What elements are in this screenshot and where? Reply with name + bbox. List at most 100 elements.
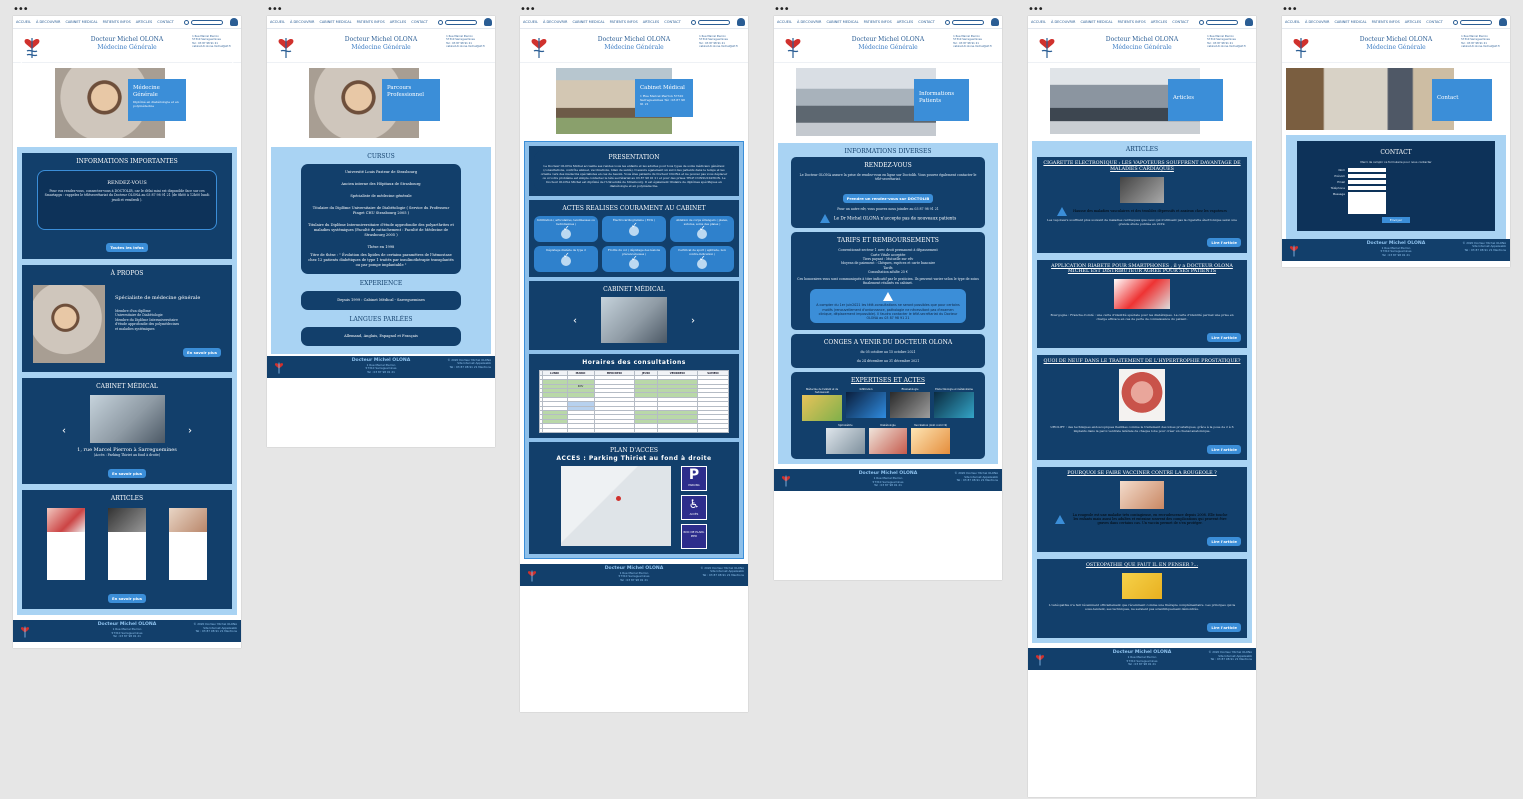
nav-item-patients[interactable]: PATIENTS INFOS: [357, 20, 385, 24]
access-map[interactable]: [561, 465, 671, 546]
search-input[interactable]: [445, 19, 477, 25]
article-image: [1120, 176, 1164, 203]
artboard-menu-icon[interactable]: •••: [1028, 5, 1044, 15]
search-bar[interactable]: [1199, 19, 1238, 25]
article-title[interactable]: CIGARETTE ELECTRONIQUE : LES VAPOTEURS S…: [1043, 161, 1241, 173]
all-news-button[interactable]: Toutes les infos: [106, 243, 148, 252]
search-input[interactable]: [952, 19, 984, 25]
nav-item-articles[interactable]: ARTICLES: [390, 20, 407, 24]
search-bar[interactable]: [691, 19, 730, 25]
article-title[interactable]: QUOI DE NEUF DANS LE TRAITEMENT DE L'HYP…: [1043, 359, 1241, 365]
article-title[interactable]: APPLICATION RIABETE POUR SMARTPHONES , i…: [1043, 264, 1241, 276]
nav-item-accueil[interactable]: ACCUEIL: [1031, 20, 1046, 24]
nav-item-accueil[interactable]: ACCUEIL: [523, 20, 538, 24]
nav-item-decouvrir[interactable]: À DECOUVRIR: [543, 20, 567, 24]
expertise-item[interactable]: Rhumatologie: [890, 388, 930, 421]
nav-item-cabinet[interactable]: CABINET MEDICAL: [319, 20, 351, 24]
nav-item-cabinet[interactable]: CABINET MEDICAL: [1080, 20, 1112, 24]
nav-item-patients[interactable]: PATIENTS INFOS: [1118, 20, 1146, 24]
nav-item-contact[interactable]: CONTACT: [157, 20, 174, 24]
nav-item-patients[interactable]: PATIENTS INFOS: [1372, 20, 1400, 24]
nav-item-contact[interactable]: CONTACT: [918, 20, 935, 24]
cabinet-more-button[interactable]: En savoir plus: [107, 469, 146, 479]
nav-item-accueil[interactable]: ACCUEIL: [777, 20, 792, 24]
nav-item-cabinet[interactable]: CABINET MEDICAL: [826, 20, 858, 24]
nav-item-decouvrir[interactable]: À DECOUVRIR: [1305, 20, 1329, 24]
artboard-menu-icon[interactable]: •••: [774, 5, 790, 15]
submit-button[interactable]: Envoyer: [1381, 217, 1411, 223]
nav-item-contact[interactable]: CONTACT: [1172, 20, 1189, 24]
nav-item-accueil[interactable]: ACCUEIL: [1285, 20, 1300, 24]
article-thumb[interactable]: [169, 508, 208, 581]
phone-field[interactable]: [1348, 186, 1386, 190]
nav-item-articles[interactable]: ARTICLES: [643, 20, 660, 24]
nav-item-accueil[interactable]: ACCUEIL: [16, 20, 31, 24]
nav-item-articles[interactable]: ARTICLES: [136, 20, 153, 24]
user-icon[interactable]: [737, 18, 745, 26]
expertise-item[interactable]: Spirométrie: [826, 424, 865, 455]
nav-item-contact[interactable]: CONTACT: [664, 20, 681, 24]
user-icon[interactable]: [1245, 18, 1253, 26]
name-field[interactable]: [1348, 168, 1386, 172]
firstname-field[interactable]: [1348, 174, 1386, 178]
nav-item-accueil[interactable]: ACCUEIL: [270, 20, 285, 24]
search-bar[interactable]: [438, 19, 477, 25]
nav-item-contact[interactable]: CONTACT: [1426, 20, 1443, 24]
artboard-menu-icon[interactable]: •••: [520, 5, 536, 15]
expertise-item[interactable]: Infiltration: [846, 388, 886, 421]
search-input[interactable]: [1460, 19, 1492, 25]
nav-item-decouvrir[interactable]: À DECOUVRIR: [1051, 20, 1075, 24]
article-thumb[interactable]: [107, 508, 146, 581]
nav-item-cabinet[interactable]: CABINET MEDICAL: [572, 20, 604, 24]
nav-item-cabinet[interactable]: CABINET MEDICAL: [1334, 20, 1366, 24]
search-bar[interactable]: [945, 19, 984, 25]
carousel-prev-icon[interactable]: ‹: [62, 426, 66, 437]
expertise-item[interactable]: Endocrinologie et métabolisme: [934, 388, 974, 421]
about-more-button[interactable]: En savoir plus: [182, 348, 221, 358]
nav-item-articles[interactable]: ARTICLES: [1151, 20, 1168, 24]
nav-item-decouvrir[interactable]: À DECOUVRIR: [797, 20, 821, 24]
nav-item-patients[interactable]: PATIENTS INFOS: [610, 20, 638, 24]
nav-item-articles[interactable]: ARTICLES: [897, 20, 914, 24]
carousel-next-icon[interactable]: ›: [231, 59, 235, 70]
carousel-next-icon[interactable]: ›: [691, 316, 695, 327]
nav-item-contact[interactable]: CONTACT: [411, 20, 428, 24]
nav-item-cabinet[interactable]: CABINET MEDICAL: [65, 20, 97, 24]
read-article-button[interactable]: Lire l'article: [1207, 537, 1241, 547]
nav-item-decouvrir[interactable]: À DECOUVRIR: [290, 20, 314, 24]
expertise-item[interactable]: Vaccination (dont covid 19): [911, 424, 950, 455]
carousel-prev-icon[interactable]: ‹: [19, 59, 23, 70]
expertise-item[interactable]: Médecine de l'enfant et de l'adolescent: [802, 388, 842, 422]
cursus-item: Ancien interne des Hôpitaux de Strasbour…: [341, 182, 421, 186]
nav-item-patients[interactable]: PATIENTS INFOS: [103, 20, 131, 24]
read-article-button[interactable]: Lire l'article: [1207, 444, 1241, 454]
artboard-menu-icon[interactable]: •••: [267, 5, 283, 15]
email-field[interactable]: [1348, 180, 1386, 184]
carousel-prev-icon[interactable]: ‹: [573, 316, 577, 327]
read-article-button[interactable]: Lire l'article: [1207, 333, 1241, 343]
doctolib-button[interactable]: Prendre un rendez-vous sur DOCTOLIB: [842, 193, 934, 203]
user-icon[interactable]: [991, 18, 999, 26]
carousel-next-icon[interactable]: ›: [188, 426, 192, 437]
user-icon[interactable]: [1499, 18, 1507, 26]
search-input[interactable]: [698, 19, 730, 25]
article-title[interactable]: OSTEOPATHIE QUE FAUT IL EN PENSER ?...: [1043, 563, 1241, 569]
user-icon[interactable]: [230, 18, 238, 26]
article-title[interactable]: POURQUOI SE FAIRE VACCINER CONTRE LA ROU…: [1043, 471, 1241, 477]
search-input[interactable]: [191, 19, 223, 25]
search-bar[interactable]: [1453, 19, 1492, 25]
nav-item-patients[interactable]: PATIENTS INFOS: [864, 20, 892, 24]
artboard-menu-icon[interactable]: •••: [1282, 5, 1298, 15]
nav-item-decouvrir[interactable]: À DECOUVRIR: [36, 20, 60, 24]
message-field[interactable]: [1348, 192, 1386, 214]
article-thumb[interactable]: [46, 508, 85, 581]
artboard-menu-icon[interactable]: •••: [13, 5, 29, 15]
articles-more-button[interactable]: En savoir plus: [107, 594, 146, 604]
read-article-button[interactable]: Lire l'article: [1207, 623, 1241, 633]
nav-item-articles[interactable]: ARTICLES: [1405, 20, 1422, 24]
search-input[interactable]: [1206, 19, 1238, 25]
search-bar[interactable]: [184, 19, 223, 25]
read-article-button[interactable]: Lire l'article: [1207, 237, 1241, 247]
expertise-item[interactable]: Diabétologie: [868, 424, 908, 455]
user-icon[interactable]: [484, 18, 492, 26]
